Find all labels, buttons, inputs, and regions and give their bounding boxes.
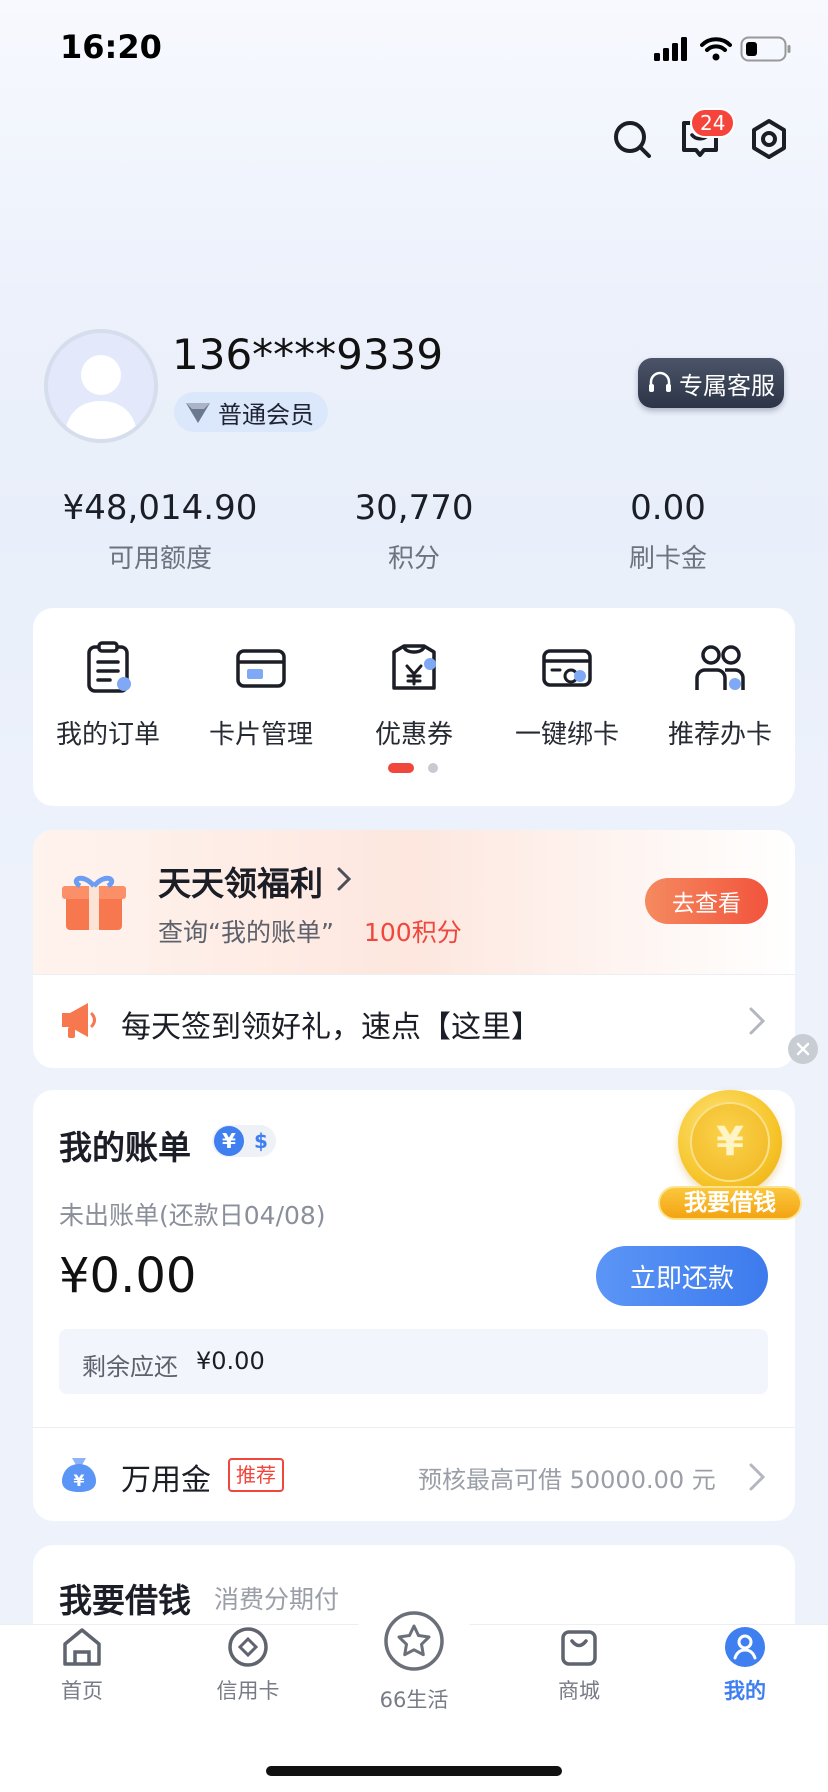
orders-icon (80, 640, 136, 696)
status-time: 16:20 (60, 28, 162, 66)
stat-value: 0.00 (630, 488, 706, 528)
avatar[interactable] (44, 329, 158, 443)
shortcut-refer-card[interactable]: 推荐办卡 (645, 640, 795, 751)
search-icon[interactable] (610, 117, 654, 161)
nav-home[interactable]: 首页 (17, 1625, 147, 1705)
currency-usd-chip[interactable]: $ (248, 1126, 274, 1156)
close-icon (796, 1042, 810, 1056)
bill-title[interactable]: 我的账单 (59, 1121, 191, 1169)
exclusive-service-button[interactable]: 专属客服 (638, 358, 784, 408)
wanyongjin-desc: 预核最高可借 50000.00 元 (418, 1466, 716, 1494)
gold-coin-icon: ¥ (678, 1090, 782, 1194)
megaphone-icon (58, 1000, 100, 1040)
signin-link[interactable]: 每天签到领好礼，速点【这里】 (121, 1002, 541, 1046)
star-circle-icon (384, 1611, 444, 1671)
shopping-bag-icon (561, 1630, 597, 1666)
shortcut-my-orders[interactable]: 我的订单 (33, 640, 183, 751)
nav-label: 我的 (724, 1679, 766, 1703)
stat-label: 可用额度 (107, 544, 212, 574)
shortcut-label: 我的订单 (55, 720, 160, 750)
loan-section-subtitle: 消费分期付 (214, 1585, 340, 1614)
welfare-desc: 查询“我的账单” (158, 918, 334, 947)
bind-card-icon (539, 640, 595, 696)
stat-swipe-gold[interactable]: 0.00 刷卡金 (538, 488, 798, 575)
recommend-tag: 推荐 (228, 1458, 284, 1492)
shortcut-bind-card[interactable]: 一键绑卡 (492, 640, 642, 751)
currency-cny-chip[interactable]: ¥ (214, 1126, 244, 1156)
profile-tab-icon (725, 1627, 765, 1667)
view-button[interactable]: 去查看 (645, 878, 768, 924)
remaining-label: 剩余应还 (82, 1353, 178, 1381)
diamond-icon (186, 403, 210, 423)
loan-section-title[interactable]: 我要借钱 (59, 1574, 191, 1622)
stat-points[interactable]: 30,770 积分 (284, 488, 544, 575)
credit-card-tab-icon (228, 1627, 268, 1667)
gift-box-icon (58, 864, 130, 936)
coupon-icon (386, 640, 442, 696)
coin-inner: ¥ (690, 1102, 770, 1182)
chevron-right-icon (748, 1462, 766, 1492)
shortcut-label: 一键绑卡 (514, 720, 619, 750)
message-count-badge: 24 (690, 108, 736, 138)
stat-value: ¥48,014.90 (62, 488, 258, 528)
card-manage-icon (233, 640, 289, 696)
chevron-right-icon (748, 1006, 766, 1036)
nav-credit-card[interactable]: 信用卡 (183, 1625, 313, 1705)
divider (33, 974, 795, 975)
headset-icon (649, 371, 671, 392)
wanyongjin-name[interactable]: 万用金 (121, 1455, 211, 1499)
nav-label: 66生活 (379, 1688, 449, 1712)
loan-float-widget[interactable]: ¥ 我要借钱 (656, 1090, 804, 1224)
nav-label: 信用卡 (216, 1679, 280, 1703)
nav-label: 商城 (558, 1679, 600, 1703)
bill-status: 未出账单(还款日04/08) (59, 1201, 326, 1230)
divider (33, 1427, 795, 1428)
loan-float-label: 我要借钱 (658, 1186, 802, 1220)
stat-value: 30,770 (354, 488, 474, 528)
nav-label: 首页 (61, 1679, 103, 1703)
service-label: 专属客服 (679, 371, 775, 400)
settings-icon[interactable] (747, 117, 791, 161)
stat-label: 积分 (387, 544, 440, 574)
close-float-button[interactable] (788, 1034, 818, 1064)
home-indicator (266, 1766, 562, 1776)
nav-mine[interactable]: 我的 (680, 1625, 810, 1705)
wifi-icon (700, 36, 732, 62)
shortcut-label: 优惠券 (374, 720, 453, 750)
member-level-text: 普通会员 (218, 400, 314, 429)
refer-card-icon (692, 640, 748, 696)
repay-now-label: 立即还款 (629, 1263, 734, 1294)
shortcut-label: 卡片管理 (208, 720, 313, 750)
stat-label: 刷卡金 (628, 544, 707, 574)
page-indicator[interactable] (428, 763, 438, 773)
money-bag-icon: ¥ (58, 1452, 100, 1494)
view-button-label: 去查看 (672, 891, 741, 917)
shortcut-label: 推荐办卡 (667, 720, 772, 750)
signal-icon (654, 37, 688, 61)
battery-icon (740, 36, 792, 62)
nav-mall[interactable]: 商城 (514, 1625, 644, 1705)
welfare-points: 100积分 (364, 918, 462, 947)
home-icon (63, 1628, 101, 1666)
shortcut-coupons[interactable]: 优惠券 (339, 640, 489, 751)
welfare-title[interactable]: 天天领福利 (158, 857, 323, 905)
repay-now-button[interactable]: 立即还款 (596, 1246, 768, 1306)
currency-toggle[interactable]: ¥ $ (212, 1125, 276, 1157)
chevron-right-icon (336, 866, 352, 892)
svg-text:¥: ¥ (73, 1471, 84, 1490)
member-level-badge[interactable]: 普通会员 (174, 392, 328, 432)
bill-amount: ¥0.00 (59, 1248, 197, 1304)
nav-66-life[interactable]: 66生活 (349, 1610, 479, 1714)
stat-available-credit[interactable]: ¥48,014.90 可用额度 (30, 488, 290, 575)
shortcut-card-manage[interactable]: 卡片管理 (186, 640, 336, 751)
remaining-value: ¥0.00 (196, 1347, 265, 1375)
page-indicator-active (388, 763, 414, 773)
phone-number: 136****9339 (172, 330, 444, 379)
